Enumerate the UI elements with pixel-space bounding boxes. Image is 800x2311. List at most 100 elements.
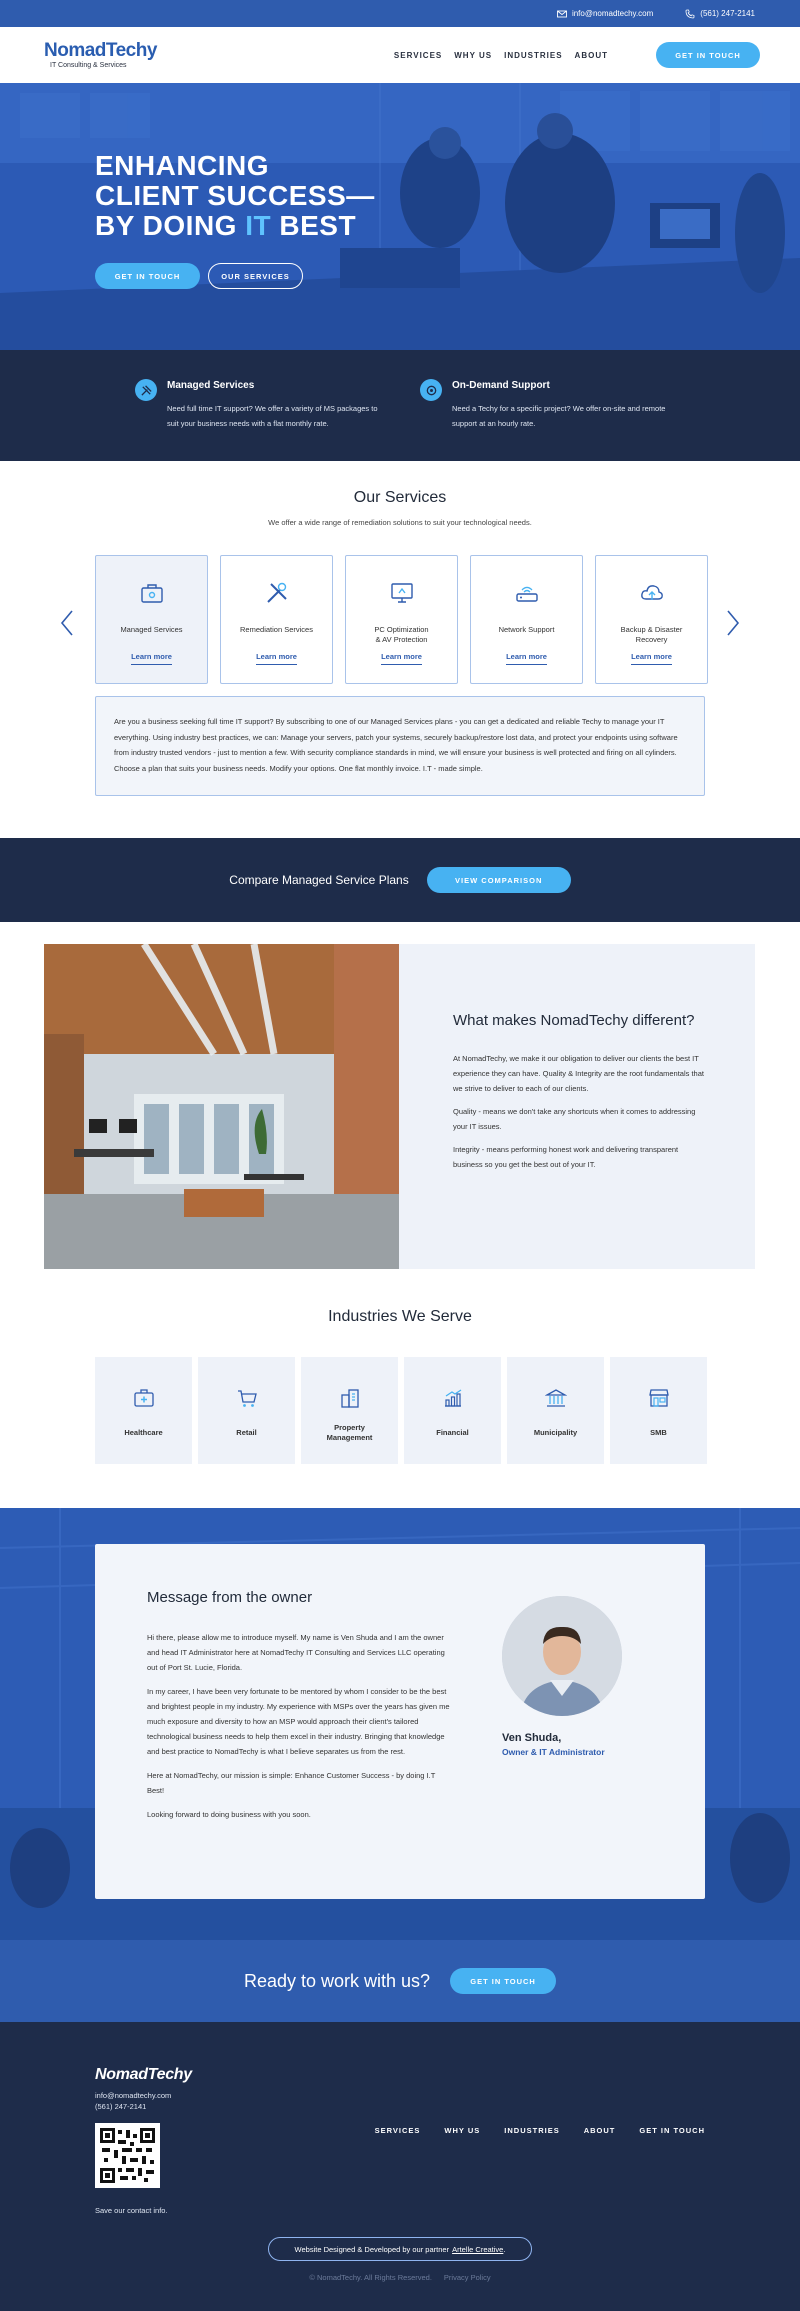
industry-retail: Retail	[198, 1357, 295, 1464]
service-card-network-support[interactable]: Network Support Learn more	[470, 555, 583, 684]
footer-contact: info@nomadtechy.com (561) 247-2141	[95, 2090, 171, 2112]
hero-line-2: CLIENT SUCCESS—	[95, 180, 375, 211]
feature-on-demand-support: On-Demand Support Need a Techy for a spe…	[420, 377, 670, 461]
footer-email[interactable]: info@nomadtechy.com	[95, 2090, 171, 2101]
buildings-icon	[340, 1389, 359, 1408]
owner-name: Ven Shuda,	[502, 1732, 562, 1744]
industries-section: Industries We Serve Healthcare Retail Pr…	[0, 1270, 800, 1508]
footer-nav-why-us[interactable]: WHY US	[444, 2126, 480, 2135]
different-paragraph: Quality - means we don't take any shortc…	[453, 1107, 696, 1131]
different-title: What makes NomadTechy different?	[453, 1012, 695, 1029]
topbar-phone[interactable]: (561) 247-2141	[685, 9, 755, 19]
feature-title: On-Demand Support	[452, 380, 550, 391]
industry-name: SMB	[650, 1428, 667, 1437]
learn-more-link[interactable]: Learn more	[256, 652, 297, 665]
service-card-pc-optimization[interactable]: PC Optimization & AV Protection Learn mo…	[345, 555, 458, 684]
learn-more-link[interactable]: Learn more	[381, 652, 422, 665]
privacy-policy-link[interactable]: Privacy Policy	[444, 2273, 491, 2282]
owner-paragraph: Looking forward to doing business with y…	[147, 1810, 311, 1819]
owner-paragraph: In my career, I have been very fortunate…	[147, 1687, 450, 1756]
owner-photo	[502, 1596, 622, 1716]
footer-credit-end: .	[503, 2244, 506, 2254]
topbar-phone-text: (561) 247-2141	[700, 9, 755, 18]
logo-tagline: IT Consulting & Services	[50, 62, 127, 69]
features-strip: Managed Services Need full time IT suppo…	[0, 350, 800, 461]
hero-headline: ENHANCING CLIENT SUCCESS— BY DOING IT BE…	[95, 151, 375, 241]
industries-title: Industries We Serve	[328, 1308, 472, 1325]
industry-smb: SMB	[610, 1357, 707, 1464]
router-icon	[515, 586, 538, 602]
topbar-email[interactable]: info@nomadtechy.com	[556, 9, 653, 19]
industry-name: Healthcare	[124, 1428, 163, 1437]
main-nav: SERVICES WHY US INDUSTRIES ABOUT GET IN …	[394, 42, 760, 68]
owner-paragraph: Here at NomadTechy, our mission is simpl…	[147, 1771, 436, 1795]
service-card-managed[interactable]: Managed Services Learn more	[95, 555, 208, 684]
footer-nav-get-in-touch[interactable]: GET IN TOUCH	[639, 2126, 705, 2135]
carousel-prev-arrow-icon[interactable]	[60, 609, 74, 637]
hero-our-services-button[interactable]: OUR SERVICES	[208, 263, 303, 289]
briefcase-icon	[140, 584, 163, 603]
footer-nav-industries[interactable]: INDUSTRIES	[504, 2126, 559, 2135]
header-get-in-touch-button[interactable]: GET IN TOUCH	[656, 42, 760, 68]
services-title: Our Services	[353, 489, 447, 506]
hero-line-3-post: BEST	[271, 210, 357, 241]
footer-phone[interactable]: (561) 247-2141	[95, 2101, 171, 2112]
different-panel: What makes NomadTechy different? At Noma…	[399, 944, 755, 1269]
services-section: Our Services We offer a wide range of re…	[0, 461, 800, 838]
view-comparison-button[interactable]: VIEW COMPARISON	[426, 867, 571, 893]
feature-title: Managed Services	[167, 380, 255, 391]
compare-banner: Compare Managed Service Plans VIEW COMPA…	[0, 838, 800, 922]
service-card-name: Network Support	[498, 625, 555, 634]
nav-industries[interactable]: INDUSTRIES	[504, 51, 562, 60]
ready-banner: Ready to work with us? GET IN TOUCH	[0, 1940, 800, 2022]
footer-nav-about[interactable]: ABOUT	[584, 2126, 616, 2135]
logo[interactable]: NomadTechy IT Consulting & Services	[44, 41, 157, 69]
hero-line-1: ENHANCING	[95, 150, 270, 181]
industry-name: Property Management	[326, 1423, 373, 1442]
nav-why-us[interactable]: WHY US	[454, 51, 492, 60]
learn-more-link[interactable]: Learn more	[631, 652, 672, 665]
qr-code[interactable]	[95, 2123, 160, 2188]
compare-text: Compare Managed Service Plans	[229, 873, 409, 887]
service-card-backup-recovery[interactable]: Backup & Disaster Recovery Learn more	[595, 555, 708, 684]
industries-list: Healthcare Retail Property Management Fi…	[95, 1357, 707, 1464]
hero-get-in-touch-button[interactable]: GET IN TOUCH	[95, 263, 200, 289]
service-card-name: Managed Services	[120, 625, 183, 634]
hero-content: ENHANCING CLIENT SUCCESS— BY DOING IT BE…	[95, 151, 375, 289]
support-icon	[420, 379, 442, 401]
service-card-remediation[interactable]: Remediation Services Learn more	[220, 555, 333, 684]
owner-paragraph: Hi there, please allow me to introduce m…	[147, 1633, 445, 1672]
footer-save-contact: Save our contact info.	[95, 2206, 168, 2215]
footer-credit: Website Designed & Developed by our part…	[268, 2237, 532, 2261]
hero: ENHANCING CLIENT SUCCESS— BY DOING IT BE…	[0, 83, 800, 350]
hero-line-3-highlight: IT	[245, 210, 272, 241]
tools-icon	[135, 379, 157, 401]
industry-name: Financial	[436, 1428, 469, 1437]
site-footer: NomadTechy info@nomadtechy.com (561) 247…	[0, 2022, 800, 2311]
logo-brand: NomadTechy	[44, 40, 157, 61]
service-description: Are you a business seeking full time IT …	[95, 696, 705, 796]
footer-copyright: © NomadTechy. All Rights Reserved. Privac…	[0, 2273, 800, 2282]
industry-name: Municipality	[533, 1428, 578, 1437]
industry-property-management: Property Management	[301, 1357, 398, 1464]
monitor-icon	[390, 583, 413, 603]
phone-icon	[685, 9, 695, 18]
industry-municipality: Municipality	[507, 1357, 604, 1464]
carousel-next-arrow-icon[interactable]	[726, 609, 740, 637]
footer-logo[interactable]: NomadTechy	[95, 2066, 192, 2084]
footer-nav: SERVICES WHY US INDUSTRIES ABOUT GET IN …	[375, 2126, 705, 2135]
footer-credit-link[interactable]: Artelle Creative	[452, 2245, 503, 2254]
owner-card: Message from the owner Hi there, please …	[95, 1544, 705, 1899]
footer-nav-services[interactable]: SERVICES	[375, 2126, 421, 2135]
learn-more-link[interactable]: Learn more	[131, 652, 172, 665]
nav-services[interactable]: SERVICES	[394, 51, 442, 60]
site-header: NomadTechy IT Consulting & Services SERV…	[0, 27, 800, 83]
owner-message: Message from the owner Hi there, please …	[147, 1589, 452, 1831]
cloud-backup-icon	[640, 585, 663, 600]
owner-section: Message from the owner Hi there, please …	[0, 1508, 800, 1940]
nav-about[interactable]: ABOUT	[575, 51, 608, 60]
ready-get-in-touch-button[interactable]: GET IN TOUCH	[450, 1968, 557, 1994]
page: info@nomadtechy.com (561) 247-2141 Nomad…	[0, 0, 800, 2311]
learn-more-link[interactable]: Learn more	[506, 652, 547, 665]
different-paragraph: Integrity - means performing honest work…	[453, 1145, 679, 1169]
